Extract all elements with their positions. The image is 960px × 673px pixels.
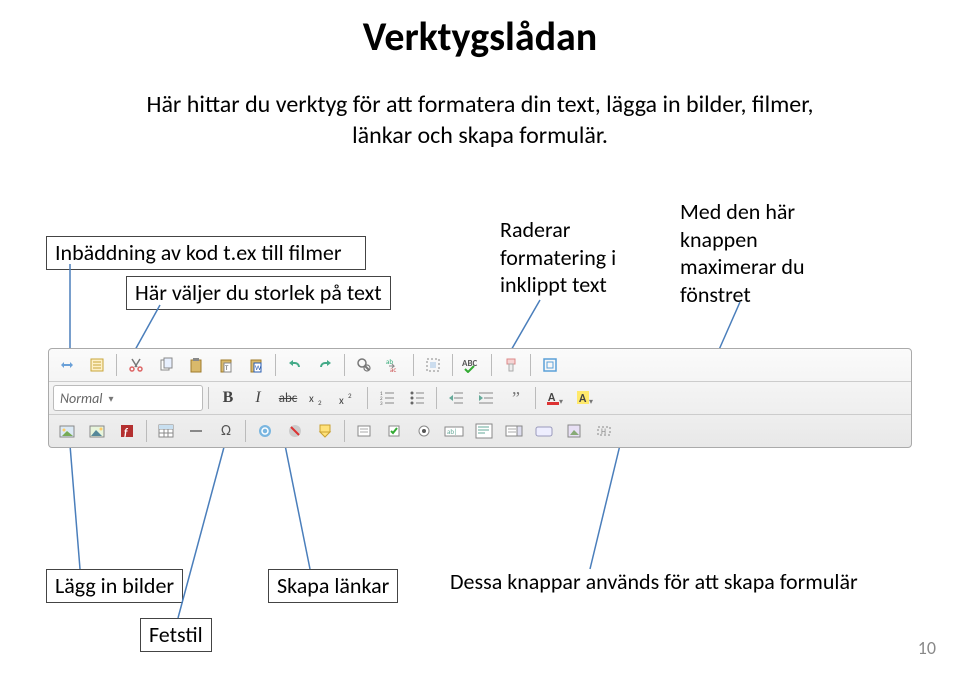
bold-button[interactable]: B: [214, 385, 242, 411]
text-color-button[interactable]: A▾: [541, 385, 569, 411]
insert-image-button[interactable]: [53, 418, 81, 444]
callout-embed: Inbäddning av kod t.ex till filmer: [46, 236, 366, 270]
outdent-button[interactable]: [442, 385, 470, 411]
svg-text:2: 2: [318, 398, 322, 405]
svg-text:ac: ac: [390, 365, 396, 372]
undo-icon[interactable]: [281, 352, 309, 378]
insert-hr-button[interactable]: [182, 418, 210, 444]
insert-special-char-button[interactable]: Ω: [212, 418, 240, 444]
svg-text:H: H: [601, 427, 606, 437]
paste-icon[interactable]: [182, 352, 210, 378]
chevron-down-icon: ▾: [109, 392, 114, 405]
callout-insert-images: Lägg in bilder: [46, 569, 183, 603]
subtitle-line2: länkar och skapa formulär.: [352, 121, 608, 150]
callout-form-buttons: Dessa knappar används för att skapa form…: [450, 568, 858, 596]
strikethrough-button[interactable]: abc: [274, 385, 302, 411]
background-color-button[interactable]: A▾: [571, 385, 599, 411]
italic-button[interactable]: I: [244, 385, 272, 411]
copy-icon[interactable]: [152, 352, 180, 378]
subscript-button[interactable]: x2: [304, 385, 332, 411]
superscript-button[interactable]: x2: [334, 385, 362, 411]
svg-text:ABC: ABC: [462, 358, 477, 369]
button-field-button[interactable]: [530, 418, 558, 444]
callout-bold: Fetstil: [140, 618, 212, 652]
maximize-icon[interactable]: [536, 352, 564, 378]
paragraph-format-value: Normal: [60, 390, 103, 407]
svg-text:▾: ▾: [559, 397, 563, 406]
editor-toolbar: T W abac ABC Normal ▾ B I abc x2 x2 123: [48, 348, 912, 448]
form-button[interactable]: [350, 418, 378, 444]
find-icon[interactable]: [350, 352, 378, 378]
svg-text:x: x: [309, 392, 314, 405]
callout-text-size: Här väljer du storlek på text: [126, 276, 391, 310]
template-icon[interactable]: [83, 352, 111, 378]
callout-create-links: Skapa länkar: [268, 569, 398, 603]
svg-text:▾: ▾: [589, 397, 593, 406]
indent-button[interactable]: [472, 385, 500, 411]
textarea-button[interactable]: [470, 418, 498, 444]
paragraph-format-select[interactable]: Normal ▾: [53, 385, 203, 411]
select-all-icon[interactable]: [419, 352, 447, 378]
radio-button[interactable]: [410, 418, 438, 444]
hidden-field-button[interactable]: H: [590, 418, 618, 444]
subtitle-line1: Här hittar du verktyg för att formatera …: [146, 90, 813, 119]
svg-text:x: x: [339, 394, 344, 405]
replace-icon[interactable]: abac: [380, 352, 408, 378]
toolbar-row-1: T W abac ABC: [49, 349, 911, 382]
page-title: Verktygslådan: [0, 0, 960, 61]
paste-word-icon[interactable]: W: [242, 352, 270, 378]
remove-format-icon[interactable]: [497, 352, 525, 378]
callout-maximize: Med den här knappen maximerar du fönstre…: [680, 198, 855, 308]
unordered-list-button[interactable]: [403, 385, 431, 411]
insert-table-button[interactable]: [152, 418, 180, 444]
page-number: 10: [918, 637, 936, 659]
svg-text:ab|: ab|: [447, 427, 457, 436]
textfield-button[interactable]: ab|: [440, 418, 468, 444]
ordered-list-button[interactable]: 123: [373, 385, 401, 411]
page-subtitle: Här hittar du verktyg för att formatera …: [0, 89, 960, 151]
svg-text:A: A: [579, 392, 587, 406]
source-code-icon[interactable]: [53, 352, 81, 378]
redo-icon[interactable]: [311, 352, 339, 378]
image-button-field-button[interactable]: [560, 418, 588, 444]
spellcheck-icon[interactable]: ABC: [458, 352, 486, 378]
paste-text-icon[interactable]: T: [212, 352, 240, 378]
toolbar-row-2: Normal ▾ B I abc x2 x2 123 ” A▾ A▾: [49, 382, 911, 415]
callout-erase-formatting: Raderar formatering i inklippt text: [500, 216, 660, 299]
toolbar-row-3: f Ω ab| H: [49, 415, 911, 447]
cut-icon[interactable]: [122, 352, 150, 378]
blockquote-button[interactable]: ”: [502, 385, 530, 411]
insert-flash-button[interactable]: f: [113, 418, 141, 444]
unlink-button[interactable]: [281, 418, 309, 444]
checkbox-button[interactable]: [380, 418, 408, 444]
anchor-button[interactable]: [311, 418, 339, 444]
select-field-button[interactable]: [500, 418, 528, 444]
svg-text:3: 3: [380, 401, 383, 406]
link-button[interactable]: [251, 418, 279, 444]
svg-text:T: T: [225, 363, 229, 372]
svg-text:W: W: [255, 363, 262, 372]
insert-image2-button[interactable]: [83, 418, 111, 444]
svg-text:2: 2: [348, 391, 352, 400]
